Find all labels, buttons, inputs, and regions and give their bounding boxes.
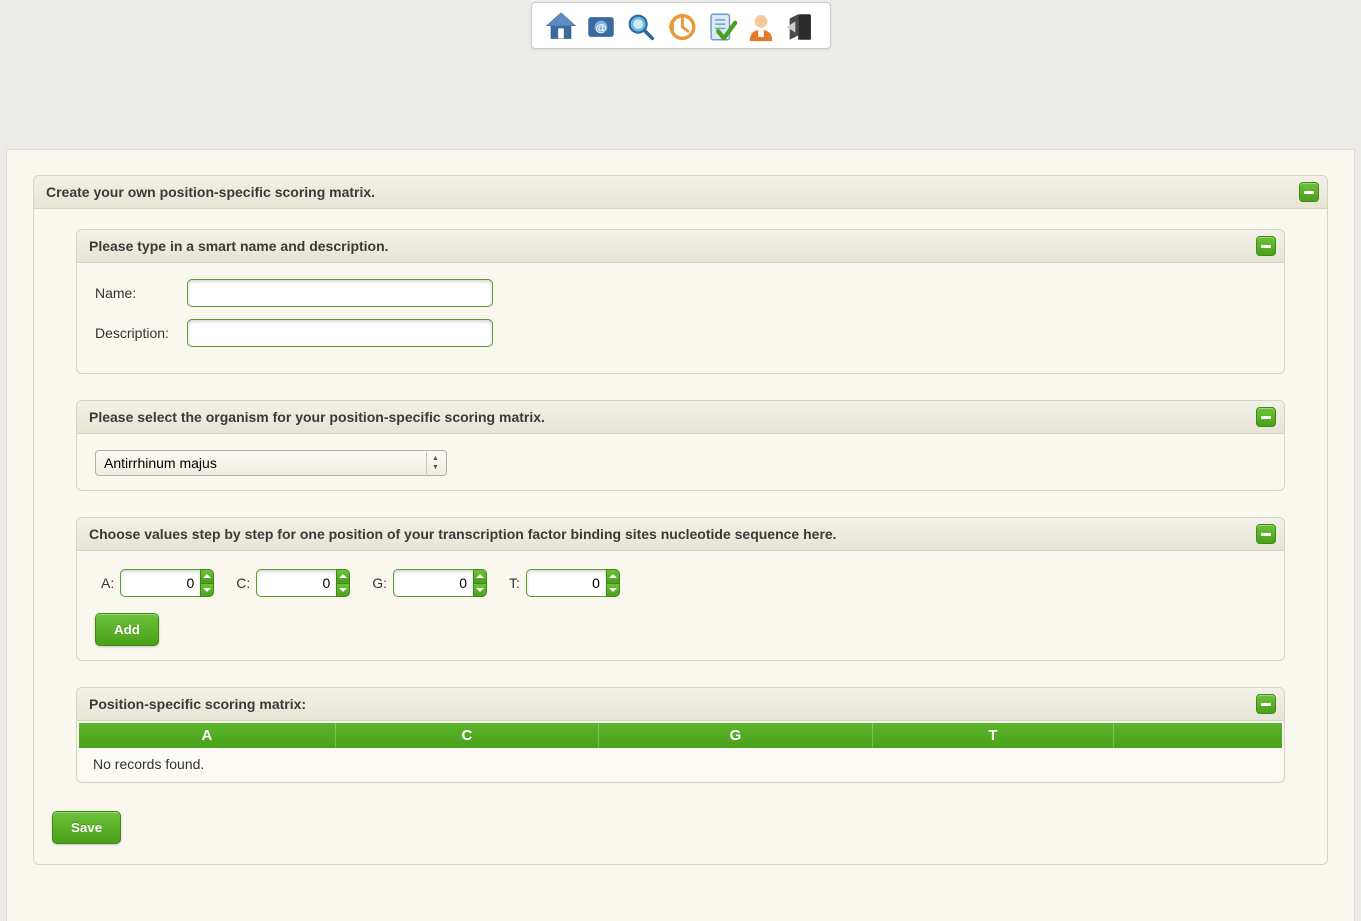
section-values-title: Choose values step by step for one posit…	[89, 526, 837, 542]
mail-icon[interactable]: @	[582, 8, 620, 46]
logout-icon[interactable]	[782, 8, 820, 46]
spinner-g-down[interactable]	[473, 584, 487, 598]
user-icon[interactable]	[742, 8, 780, 46]
description-label: Description:	[95, 325, 177, 341]
section-organism-body: Antirrhinum majus ▲▼	[77, 434, 1284, 490]
col-a: A	[79, 723, 335, 748]
empty-message: No records found.	[79, 748, 1282, 780]
spinner-g	[393, 569, 487, 597]
organism-select[interactable]: Antirrhinum majus	[95, 450, 447, 476]
spinner-a-down[interactable]	[200, 584, 214, 598]
section-name-title: Please type in a smart name and descript…	[89, 238, 389, 254]
col-c: C	[335, 723, 598, 748]
main-panel-title: Create your own position-specific scorin…	[46, 184, 375, 200]
description-row: Description:	[95, 319, 1266, 347]
col-action	[1114, 723, 1282, 748]
main-panel-body: Please type in a smart name and descript…	[34, 209, 1327, 811]
input-t[interactable]	[526, 569, 606, 597]
section-organism-header: Please select the organism for your posi…	[77, 401, 1284, 434]
spinner-group-g: G:	[372, 569, 487, 597]
spinner-t-down[interactable]	[606, 584, 620, 598]
spinner-t-up[interactable]	[606, 569, 620, 584]
top-toolbar: @	[531, 2, 831, 49]
section-matrix: Position-specific scoring matrix: A C G …	[76, 687, 1285, 783]
organism-select-wrap: Antirrhinum majus ▲▼	[95, 450, 447, 476]
section-organism-title: Please select the organism for your posi…	[89, 409, 545, 425]
svg-text:@: @	[595, 22, 606, 34]
matrix-table: A C G T No records found.	[79, 723, 1282, 780]
name-input[interactable]	[187, 279, 493, 307]
history-icon[interactable]	[662, 8, 700, 46]
label-t: T:	[509, 575, 520, 591]
section-values-collapse[interactable]	[1256, 524, 1276, 544]
spinner-group-a: A:	[101, 569, 214, 597]
description-input[interactable]	[187, 319, 493, 347]
spinner-c-up[interactable]	[336, 569, 350, 584]
spinner-c	[256, 569, 350, 597]
add-button[interactable]: Add	[95, 613, 159, 646]
spinner-c-down[interactable]	[336, 584, 350, 598]
section-values-body: A: C:	[77, 551, 1284, 660]
input-g[interactable]	[393, 569, 473, 597]
name-row: Name:	[95, 279, 1266, 307]
col-t: T	[872, 723, 1113, 748]
table-row-empty: No records found.	[79, 748, 1282, 780]
section-name-collapse[interactable]	[1256, 236, 1276, 256]
spinner-g-up[interactable]	[473, 569, 487, 584]
section-matrix-collapse[interactable]	[1256, 694, 1276, 714]
home-icon[interactable]	[542, 8, 580, 46]
spinner-group-c: C:	[236, 569, 350, 597]
name-label: Name:	[95, 285, 177, 301]
col-g: G	[598, 723, 872, 748]
section-values: Choose values step by step for one posit…	[76, 517, 1285, 661]
section-name-header: Please type in a smart name and descript…	[77, 230, 1284, 263]
spinner-group-t: T:	[509, 569, 620, 597]
section-name: Please type in a smart name and descript…	[76, 229, 1285, 374]
label-a: A:	[101, 575, 114, 591]
main-panel-header: Create your own position-specific scorin…	[34, 176, 1327, 209]
search-icon[interactable]	[622, 8, 660, 46]
save-button[interactable]: Save	[52, 811, 121, 844]
input-c[interactable]	[256, 569, 336, 597]
spinner-a	[120, 569, 214, 597]
section-matrix-title: Position-specific scoring matrix:	[89, 696, 306, 712]
page-container: Create your own position-specific scorin…	[6, 149, 1355, 921]
footer-actions: Save	[34, 811, 1327, 864]
label-g: G:	[372, 575, 387, 591]
main-panel-collapse[interactable]	[1299, 182, 1319, 202]
input-a[interactable]	[120, 569, 200, 597]
section-organism-collapse[interactable]	[1256, 407, 1276, 427]
spinner-t	[526, 569, 620, 597]
task-icon[interactable]	[702, 8, 740, 46]
section-matrix-header: Position-specific scoring matrix:	[77, 688, 1284, 721]
section-values-header: Choose values step by step for one posit…	[77, 518, 1284, 551]
section-matrix-body: A C G T No records found.	[77, 721, 1284, 782]
main-panel: Create your own position-specific scorin…	[33, 175, 1328, 865]
spinner-a-up[interactable]	[200, 569, 214, 584]
section-name-body: Name: Description:	[77, 263, 1284, 373]
label-c: C:	[236, 575, 250, 591]
spinner-row: A: C:	[95, 567, 1266, 613]
section-organism: Please select the organism for your posi…	[76, 400, 1285, 491]
